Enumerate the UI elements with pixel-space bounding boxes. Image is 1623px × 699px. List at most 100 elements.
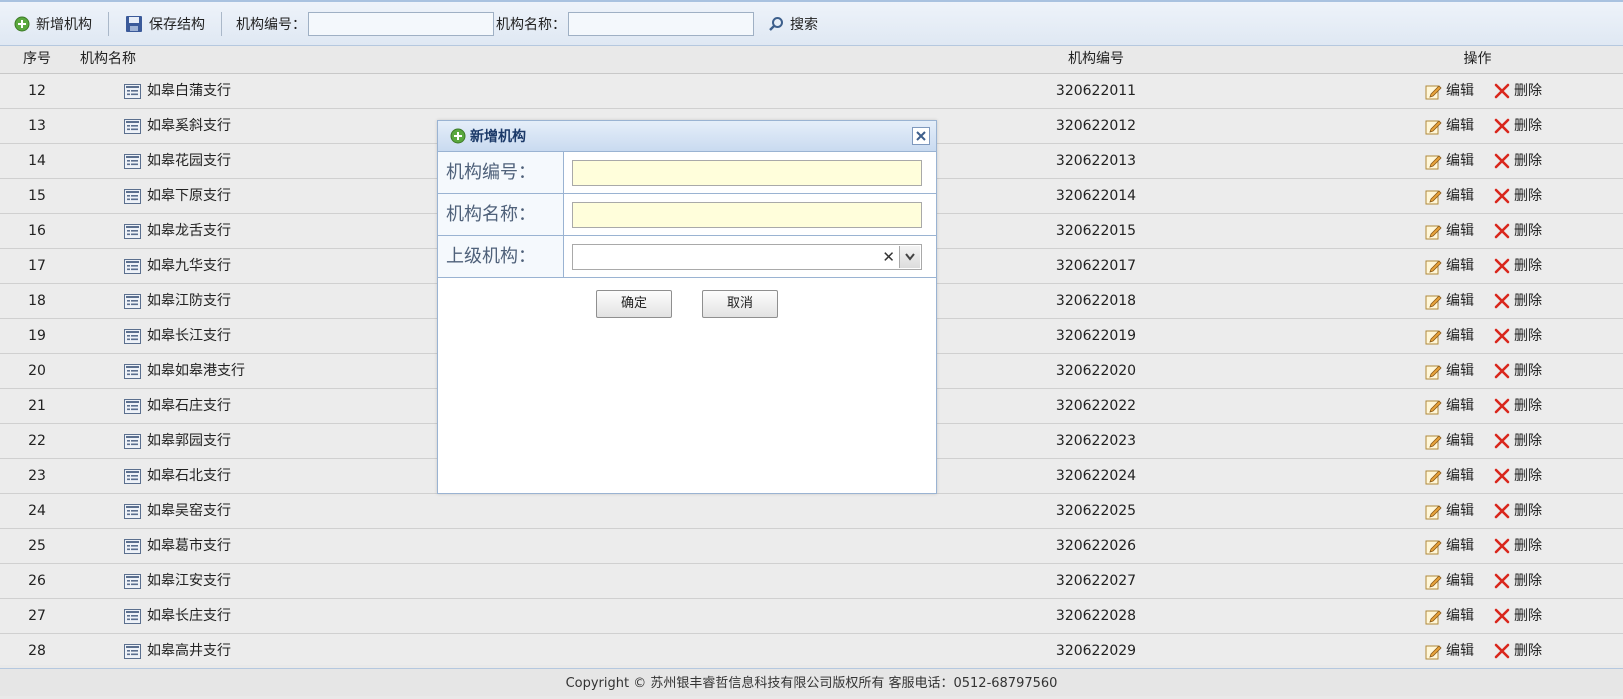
table-row[interactable]: 12 如皋白蒲支行 320622011 编辑 删除 — [0, 74, 1623, 109]
row-ops: 编辑 删除 — [1425, 459, 1562, 493]
edit-icon — [1425, 468, 1442, 485]
edit-button[interactable]: 编辑 — [1425, 599, 1474, 633]
row-name: 如皋龙舌支行 — [147, 223, 231, 239]
edit-label: 编辑 — [1446, 118, 1474, 134]
chevron-down-icon[interactable] — [899, 245, 920, 268]
edit-button[interactable]: 编辑 — [1425, 564, 1474, 598]
edit-button[interactable]: 编辑 — [1425, 284, 1474, 318]
table-row[interactable]: 26 如皋江安支行 320622027 编辑 删除 — [0, 564, 1623, 599]
edit-label: 编辑 — [1446, 573, 1474, 589]
delete-button[interactable]: 删除 — [1494, 214, 1542, 248]
edit-button[interactable]: 编辑 — [1425, 354, 1474, 388]
edit-button[interactable]: 编辑 — [1425, 319, 1474, 353]
edit-button[interactable]: 编辑 — [1425, 74, 1474, 108]
row-code: 320622025 — [1055, 503, 1137, 519]
row-index: 16 — [28, 223, 46, 239]
add-org-button[interactable]: 新增机构 — [6, 9, 100, 39]
row-name: 如皋石北支行 — [147, 468, 231, 484]
edit-label: 编辑 — [1446, 608, 1474, 624]
delete-button[interactable]: 删除 — [1494, 564, 1542, 598]
search-label: 搜索 — [790, 16, 818, 33]
delete-button[interactable]: 删除 — [1494, 144, 1542, 178]
delete-label: 删除 — [1514, 223, 1542, 239]
table-row[interactable]: 24 如皋吴窑支行 320622025 编辑 删除 — [0, 494, 1623, 529]
row-ops: 编辑 删除 — [1425, 424, 1562, 458]
delete-button[interactable]: 删除 — [1494, 179, 1542, 213]
org-node-icon — [124, 223, 141, 239]
toolbar-divider — [221, 11, 222, 36]
delete-button[interactable]: 删除 — [1494, 284, 1542, 318]
delete-icon — [1494, 608, 1510, 624]
delete-button[interactable]: 删除 — [1494, 319, 1542, 353]
edit-icon — [1425, 608, 1442, 625]
add-circle-icon — [450, 128, 466, 144]
dialog-titlebar[interactable]: 新增机构 — [438, 121, 936, 152]
org-code-search-input[interactable] — [308, 11, 494, 36]
delete-button[interactable]: 删除 — [1494, 459, 1542, 493]
delete-icon — [1494, 503, 1510, 519]
save-structure-button[interactable]: 保存结构 — [117, 9, 213, 39]
clear-icon[interactable]: ✕ — [882, 248, 895, 266]
delete-icon — [1494, 83, 1510, 99]
delete-button[interactable]: 删除 — [1494, 599, 1542, 633]
row-name-cell: 如皋奚斜支行 — [124, 109, 231, 143]
row-index: 28 — [28, 643, 46, 659]
row-name-cell: 如皋长庄支行 — [124, 599, 231, 633]
cancel-button[interactable]: 取消 — [702, 290, 778, 318]
table-row[interactable]: 28 如皋高井支行 320622029 编辑 删除 — [0, 634, 1623, 665]
confirm-button[interactable]: 确定 — [596, 290, 672, 318]
edit-button[interactable]: 编辑 — [1425, 634, 1474, 665]
close-icon — [916, 131, 926, 141]
row-code: 320622028 — [1055, 608, 1137, 624]
delete-button[interactable]: 删除 — [1494, 424, 1542, 458]
row-name: 如皋郭园支行 — [147, 433, 231, 449]
delete-button[interactable]: 删除 — [1494, 494, 1542, 528]
edit-button[interactable]: 编辑 — [1425, 494, 1474, 528]
edit-button[interactable]: 编辑 — [1425, 214, 1474, 248]
delete-button[interactable]: 删除 — [1494, 249, 1542, 283]
delete-label: 删除 — [1514, 433, 1542, 449]
row-name-cell: 如皋下原支行 — [124, 179, 231, 213]
edit-button[interactable]: 编辑 — [1425, 144, 1474, 178]
edit-button[interactable]: 编辑 — [1425, 529, 1474, 563]
row-name-cell: 如皋吴窑支行 — [124, 494, 231, 528]
delete-button[interactable]: 删除 — [1494, 74, 1542, 108]
row-name: 如皋花园支行 — [147, 153, 231, 169]
org-name-search-input[interactable] — [568, 11, 754, 36]
delete-button[interactable]: 删除 — [1494, 109, 1542, 143]
edit-button[interactable]: 编辑 — [1425, 389, 1474, 423]
dialog-close-button[interactable] — [912, 127, 930, 145]
floppy-disk-icon — [125, 15, 143, 33]
delete-button[interactable]: 删除 — [1494, 354, 1542, 388]
edit-button[interactable]: 编辑 — [1425, 179, 1474, 213]
dialog-code-input[interactable] — [572, 159, 922, 186]
search-icon — [768, 16, 784, 32]
row-ops: 编辑 删除 — [1425, 319, 1562, 353]
row-index: 14 — [28, 153, 46, 169]
row-index: 19 — [28, 328, 46, 344]
edit-button[interactable]: 编辑 — [1425, 249, 1474, 283]
row-index: 18 — [28, 293, 46, 309]
delete-icon — [1494, 293, 1510, 309]
row-name: 如皋长庄支行 — [147, 608, 231, 624]
delete-button[interactable]: 删除 — [1494, 529, 1542, 563]
search-button[interactable]: 搜索 — [760, 9, 826, 39]
edit-button[interactable]: 编辑 — [1425, 109, 1474, 143]
row-name: 如皋如皋港支行 — [147, 363, 245, 379]
dialog-parent-label: 上级机构： — [438, 236, 564, 277]
edit-button[interactable]: 编辑 — [1425, 424, 1474, 458]
org-node-icon — [124, 83, 141, 99]
row-index: 17 — [28, 258, 46, 274]
table-row[interactable]: 25 如皋葛市支行 320622026 编辑 删除 — [0, 529, 1623, 564]
delete-icon — [1494, 398, 1510, 414]
parent-org-select[interactable]: ✕ — [572, 243, 922, 270]
dialog-name-input[interactable] — [572, 201, 922, 228]
edit-label: 编辑 — [1446, 328, 1474, 344]
delete-button[interactable]: 删除 — [1494, 389, 1542, 423]
delete-button[interactable]: 删除 — [1494, 634, 1542, 665]
table-row[interactable]: 27 如皋长庄支行 320622028 编辑 删除 — [0, 599, 1623, 634]
edit-button[interactable]: 编辑 — [1425, 459, 1474, 493]
delete-label: 删除 — [1514, 398, 1542, 414]
edit-label: 编辑 — [1446, 433, 1474, 449]
add-org-label: 新增机构 — [36, 16, 92, 33]
